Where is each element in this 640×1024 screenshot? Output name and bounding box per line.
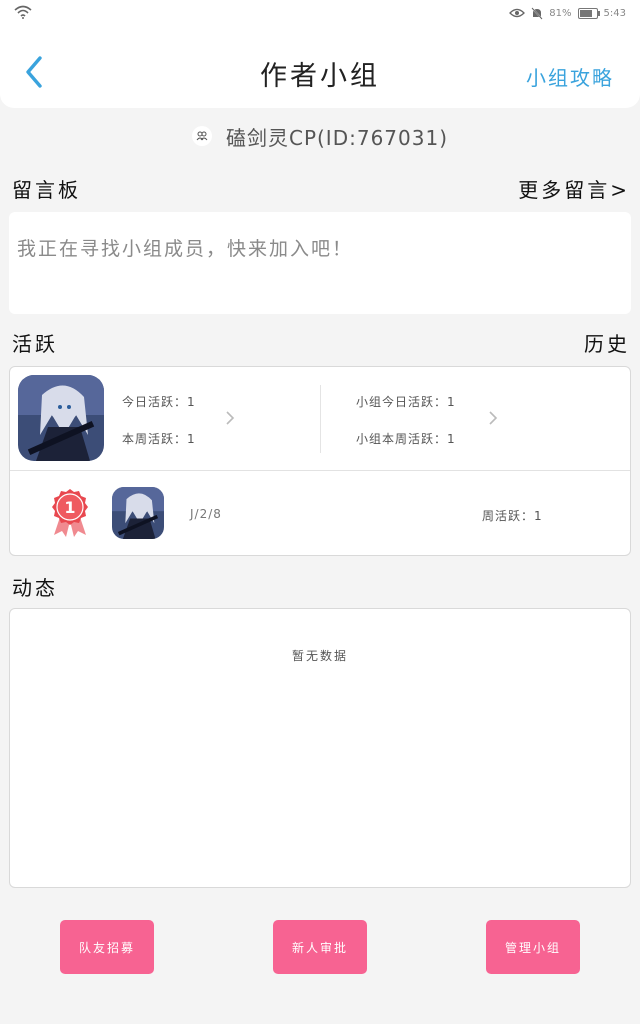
manage-group-button[interactable]: 管理小组: [486, 920, 580, 974]
empty-state-text: 暂无数据: [291, 649, 348, 663]
group-avatar[interactable]: [18, 375, 104, 461]
chevron-right-icon[interactable]: [487, 409, 499, 427]
rank-number: 1: [64, 498, 75, 517]
group-members-icon: [191, 126, 212, 146]
clock: 5:43: [603, 7, 626, 19]
status-indicators: 81% 5:43: [509, 4, 626, 22]
battery-icon: [577, 7, 600, 19]
week-active-stat: 本周活跃：1: [122, 432, 196, 446]
more-messages-link[interactable]: 更多留言>: [518, 174, 630, 203]
dynamics-title: 动态: [12, 576, 58, 600]
member-week-active: 周活跃：1: [482, 509, 543, 523]
group-week-active-stat: 小组本周活跃：1: [356, 432, 456, 446]
bell-muted-icon: [531, 6, 543, 20]
header-bar: 作者小组 小组攻略: [0, 26, 640, 108]
eye-icon: [509, 8, 526, 18]
history-link[interactable]: 历史: [584, 328, 630, 357]
group-today-active-stat: 小组今日活跃：1: [356, 395, 456, 409]
group-guide-link[interactable]: 小组攻略: [526, 62, 614, 91]
activity-card: 今日活跃：1 本周活跃：1 小组今日活跃：1 小组本周活跃：1 1 J/2/8 …: [9, 366, 631, 556]
battery-fill: [579, 9, 593, 17]
battery-percent: 81%: [549, 7, 572, 19]
dynamics-card: 暂无数据: [9, 608, 631, 888]
wifi-icon: [14, 5, 32, 19]
activity-title: 活跃: [12, 332, 58, 356]
group-info: 磕剑灵CP(ID:767031): [0, 120, 640, 152]
status-bar: 81% 5:43: [0, 0, 640, 26]
approve-newcomers-button[interactable]: 新人审批: [273, 920, 367, 974]
message-board-title: 留言板: [12, 178, 81, 202]
activity-divider: [10, 470, 630, 471]
today-active-stat: 今日活跃：1: [122, 395, 196, 409]
recruit-teammates-button[interactable]: 队友招募: [60, 920, 154, 974]
stats-divider: [320, 385, 321, 453]
member-avatar[interactable]: [112, 487, 164, 539]
rank-medal-icon: 1: [52, 489, 88, 537]
message-board-card[interactable]: 我正在寻找小组成员，快来加入吧！: [9, 212, 631, 314]
chevron-right-icon[interactable]: [224, 409, 236, 427]
group-name: 磕剑灵CP(ID:767031): [225, 125, 448, 150]
member-name: J/2/8: [190, 507, 222, 521]
message-content: 我正在寻找小组成员，快来加入吧！: [17, 238, 354, 260]
